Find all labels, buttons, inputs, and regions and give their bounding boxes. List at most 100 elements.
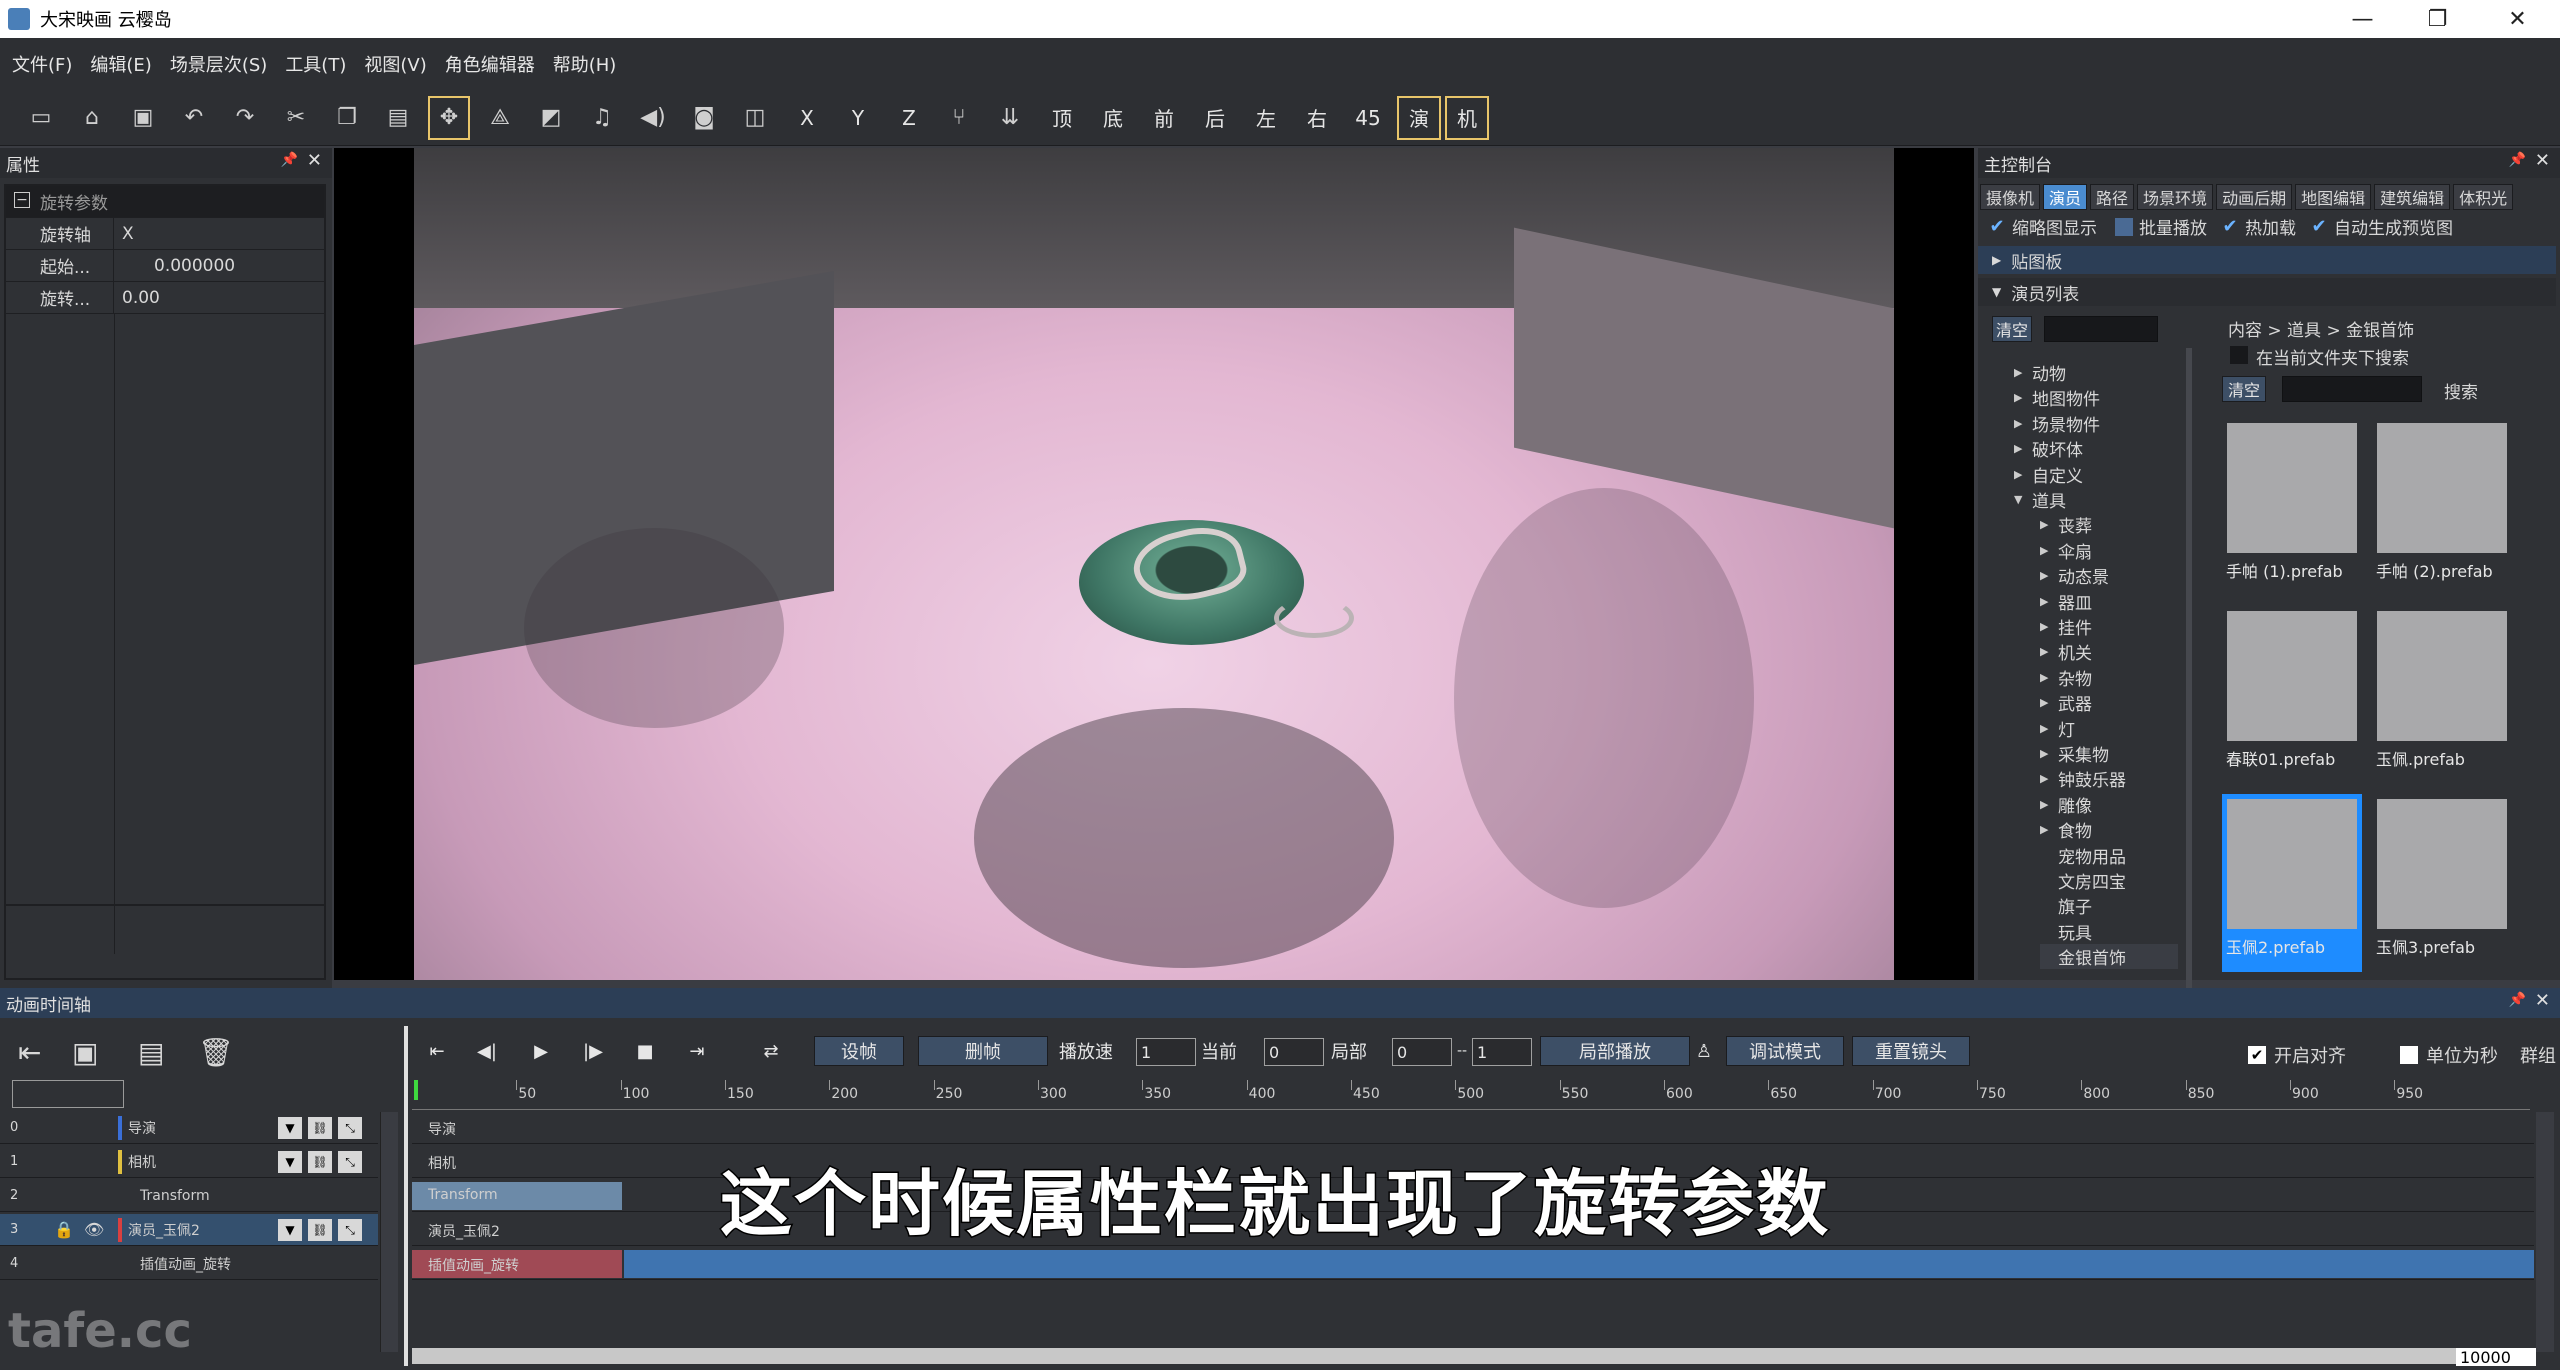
scale-tool-icon[interactable]: ◩: [530, 96, 572, 140]
property-value[interactable]: 0.000000: [114, 256, 235, 276]
close-icon[interactable]: ✕: [2535, 150, 2550, 171]
collapsed-arrow-icon[interactable]: ▶: [2040, 671, 2058, 684]
tree-item[interactable]: ▶ 丧葬: [2040, 512, 2092, 537]
tab-camera[interactable]: 摄像机: [1980, 184, 2041, 210]
property-row[interactable]: 旋转... 0.00: [6, 282, 324, 314]
tree-item[interactable]: ▶ 杂物: [2040, 665, 2092, 690]
tree-item[interactable]: ▶ 伞扇: [2040, 538, 2092, 563]
tree-scrollbar[interactable]: [2186, 348, 2192, 1068]
tree-item[interactable]: ▶ 动态景: [2040, 563, 2109, 588]
batch-play-checkbox[interactable]: [2115, 217, 2133, 236]
paste-icon[interactable]: ▤: [377, 96, 419, 140]
drop-icon[interactable]: ⇊: [989, 96, 1031, 140]
collapsed-arrow-icon[interactable]: ▶: [2040, 518, 2058, 531]
view-right-button[interactable]: 右: [1295, 96, 1339, 140]
layout-icon[interactable]: ◫: [734, 96, 776, 140]
property-group[interactable]: − 旋转参数: [6, 186, 324, 218]
asset-card[interactable]: 手帕 (1).prefab: [2222, 418, 2362, 596]
tab-scene-env[interactable]: 场景环境: [2137, 184, 2214, 210]
save-icon[interactable]: ▣: [72, 1036, 98, 1069]
view-45-button[interactable]: 45: [1346, 96, 1390, 140]
view-left-button[interactable]: 左: [1244, 96, 1288, 140]
collapsed-arrow-icon[interactable]: ▶: [2014, 417, 2032, 430]
tree-item[interactable]: ▶ 雕像: [2040, 792, 2092, 817]
collapsed-arrow-icon[interactable]: ▶: [2014, 366, 2032, 379]
collapsed-arrow-icon[interactable]: ▶: [2014, 391, 2032, 404]
reset-camera-button[interactable]: 重置镜头: [1852, 1036, 1970, 1066]
track-row[interactable]: 4 插值动画_旋转: [0, 1248, 378, 1280]
splitter[interactable]: [404, 1026, 408, 1366]
local-from-input[interactable]: 0: [1392, 1038, 1452, 1066]
track-row[interactable]: 0 导演 ▼ ⛓ ⤡: [0, 1112, 378, 1144]
menu-scene-hierarchy[interactable]: 场景层次(S): [170, 51, 267, 77]
menu-tools[interactable]: 工具(T): [285, 51, 346, 77]
menu-help[interactable]: 帮助(H): [553, 51, 617, 77]
tab-map-edit[interactable]: 地图编辑: [2295, 184, 2372, 210]
pin-icon[interactable]: 📌: [2509, 152, 2526, 168]
expand-icon[interactable]: ⤡: [338, 1117, 362, 1139]
view-back-button[interactable]: 后: [1193, 96, 1237, 140]
go-start-icon[interactable]: ⇤: [420, 1036, 454, 1066]
current-frame-input[interactable]: 0: [1264, 1038, 1324, 1066]
save-as-icon[interactable]: ▤: [138, 1036, 164, 1069]
track-scrollbar[interactable]: [380, 1112, 398, 1352]
set-frame-button[interactable]: 设帧: [814, 1036, 904, 1066]
property-value[interactable]: 0.00: [114, 288, 160, 308]
collapsed-arrow-icon[interactable]: ▶: [2040, 544, 2058, 557]
save-icon[interactable]: ▣: [122, 96, 164, 140]
collapsed-arrow-icon[interactable]: ▶: [2040, 772, 2058, 785]
camera-mode-button[interactable]: 机: [1445, 95, 1489, 140]
next-frame-icon[interactable]: |▶: [576, 1036, 610, 1066]
new-file-icon[interactable]: ▭: [20, 96, 62, 140]
tree-item[interactable]: ▶ 破坏体: [2014, 436, 2083, 461]
close-icon[interactable]: ✕: [307, 150, 322, 171]
clipboard-section[interactable]: ▶ 贴图板: [1978, 246, 2556, 274]
menu-character-editor[interactable]: 角色编辑器: [445, 51, 535, 77]
track-row[interactable]: 3 演员_玉佩2 ▼ ⛓ ⤡ 🔒 👁: [0, 1214, 378, 1246]
menu-edit[interactable]: 编辑(E): [90, 51, 151, 77]
tab-building-edit[interactable]: 建筑编辑: [2374, 184, 2451, 210]
tree-item[interactable]: ▶ 器皿: [2040, 589, 2092, 614]
close-button[interactable]: ✕: [2480, 0, 2555, 38]
tree-item[interactable]: ▶ 机关: [2040, 639, 2092, 664]
cut-icon[interactable]: ✂: [275, 96, 317, 140]
search-folder-checkbox[interactable]: [2230, 346, 2248, 364]
tab-volume-light[interactable]: 体积光: [2453, 184, 2514, 210]
delete-frame-button[interactable]: 删帧: [918, 1036, 1048, 1066]
view-top-button[interactable]: 顶: [1040, 96, 1084, 140]
auto-preview-checkbox[interactable]: ✔: [2310, 216, 2328, 237]
speed-input[interactable]: 1: [1136, 1038, 1196, 1066]
collapse-icon[interactable]: −: [14, 192, 30, 208]
copy-icon[interactable]: ❐: [326, 96, 368, 140]
axis-x-button[interactable]: X: [785, 96, 829, 140]
actor-mode-button[interactable]: 演: [1397, 95, 1441, 140]
tree-item[interactable]: ▶ 食物: [2040, 817, 2092, 842]
track-row[interactable]: 2 Transform: [0, 1180, 378, 1212]
track-row[interactable]: 1 相机 ▼ ⛓ ⤡: [0, 1146, 378, 1178]
timeline-track[interactable]: 导演: [412, 1112, 2534, 1144]
asset-card[interactable]: 手帕 (2).prefab: [2372, 418, 2512, 596]
maximize-button[interactable]: ❐: [2400, 0, 2475, 38]
unit-checkbox[interactable]: [2400, 1046, 2418, 1064]
tree-item[interactable]: ▼ 道具: [2014, 487, 2066, 512]
tree-item[interactable]: ▶ 场景物件: [2014, 411, 2100, 436]
collapsed-arrow-icon[interactable]: ▶: [2040, 595, 2058, 608]
timeline-ruler[interactable]: 50 100 150 200 250 300 350 400 450 500 550 600 650 70…: [412, 1080, 2530, 1110]
axis-y-button[interactable]: Y: [836, 96, 880, 140]
timeline-vscroll[interactable]: [2536, 1112, 2554, 1352]
snap-icon[interactable]: ⑂: [938, 96, 980, 140]
end-frame-value[interactable]: 10000: [2456, 1348, 2536, 1367]
rotate-tool-icon[interactable]: ⟁: [479, 96, 521, 140]
person-icon[interactable]: ♙: [1692, 1036, 1716, 1066]
collapsed-arrow-icon[interactable]: ▶: [2040, 747, 2058, 760]
menu-file[interactable]: 文件(F): [12, 51, 72, 77]
tree-item[interactable]: 金银首饰: [2040, 944, 2178, 970]
thumbnail-checkbox[interactable]: ✔: [1988, 216, 2006, 237]
move-tool-icon[interactable]: ✥: [428, 95, 470, 140]
music-icon[interactable]: ♫: [581, 96, 623, 140]
collapsed-arrow-icon[interactable]: ▶: [2040, 722, 2058, 735]
view-bottom-button[interactable]: 底: [1091, 96, 1135, 140]
playhead[interactable]: [414, 1080, 418, 1100]
tree-item[interactable]: ▶ 挂件: [2040, 614, 2092, 639]
tab-path[interactable]: 路径: [2090, 184, 2135, 210]
